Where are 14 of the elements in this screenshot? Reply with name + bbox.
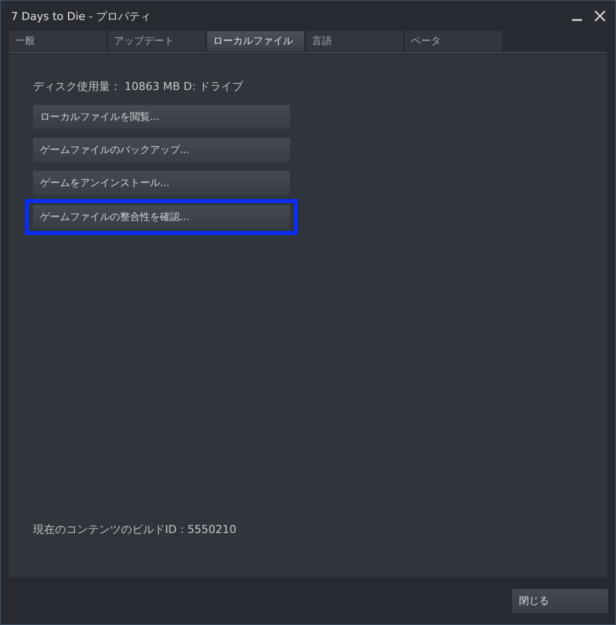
window-title: 7 Days to Die - プロパティ (11, 8, 152, 24)
tab[interactable]: ローカルファイル (207, 31, 304, 51)
action-button[interactable]: ゲームファイルのバックアップ... (33, 138, 290, 162)
tab[interactable]: 言語 (306, 31, 403, 51)
build-id-text: 現在のコンテンツのビルドID : 5550210 (33, 522, 238, 537)
action-button[interactable]: ゲームファイルの整合性を確認... (33, 205, 290, 229)
tab[interactable]: ベータ (405, 31, 502, 51)
close-icon[interactable] (593, 9, 607, 23)
close-button[interactable]: 閉じる (512, 588, 608, 612)
tab[interactable]: アップデート (108, 31, 205, 51)
action-button[interactable]: ローカルファイルを閲覧... (33, 105, 290, 129)
action-button[interactable]: ゲームをアンインストール... (33, 171, 290, 195)
disk-usage-text: ディスク使用量： 10863 MB D: ドライブ (33, 79, 244, 94)
tab[interactable]: 一般 (9, 31, 106, 51)
